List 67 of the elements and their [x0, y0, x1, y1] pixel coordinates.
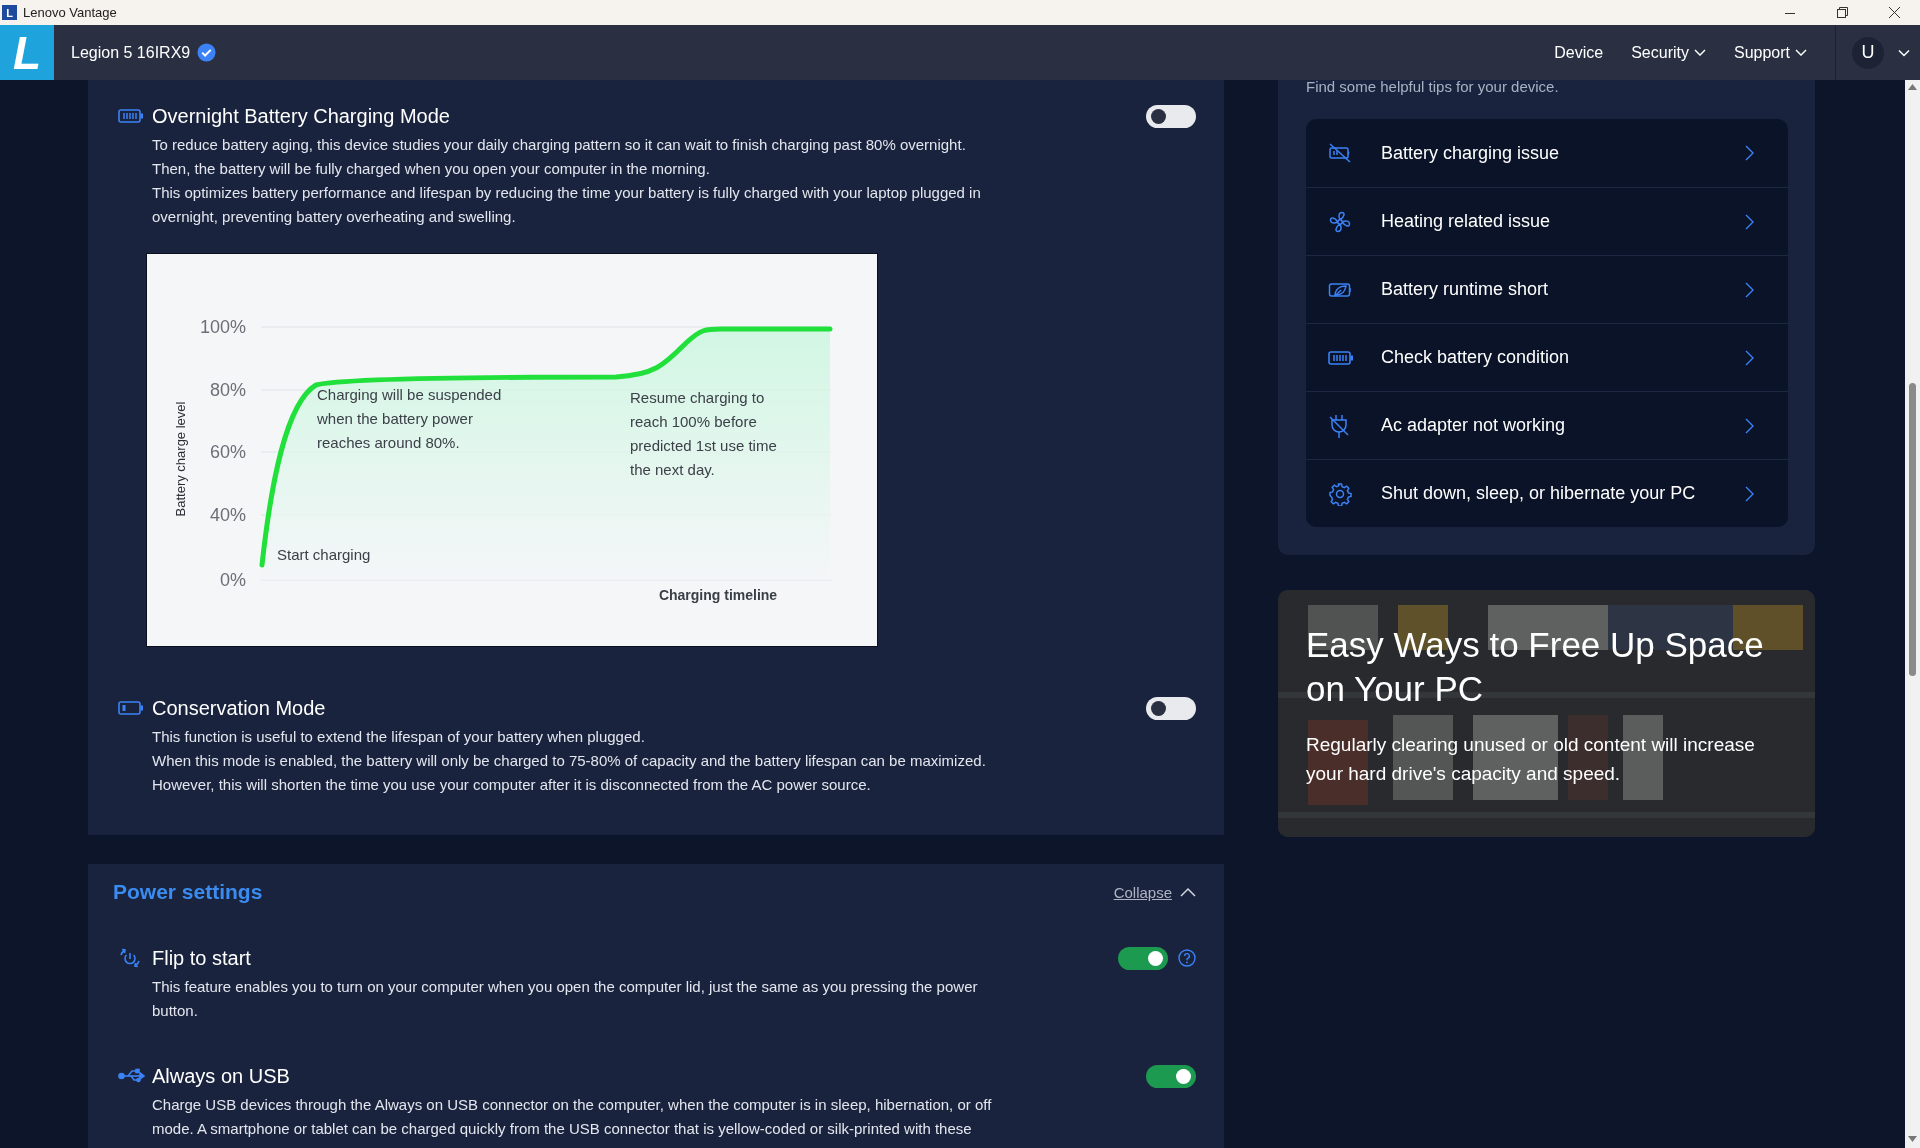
- chevron-down-icon[interactable]: [1898, 48, 1910, 57]
- window-title: Lenovo Vantage: [23, 5, 117, 20]
- chevron-right-icon: [1745, 281, 1754, 298]
- app-icon: L: [2, 5, 17, 20]
- axis-tick-label: 100%: [199, 317, 246, 337]
- collapse-link[interactable]: Collapse: [1113, 883, 1196, 901]
- crossed-battery-icon: [1328, 143, 1352, 163]
- chevron-right-icon: [1745, 349, 1754, 366]
- nav-link[interactable]: Device: [1554, 39, 1604, 66]
- app-logo: L: [0, 25, 54, 80]
- user-avatar[interactable]: U: [1852, 36, 1884, 69]
- chevron-right-icon: [1745, 145, 1754, 161]
- chevron-right-icon: [1745, 417, 1754, 434]
- toggle-switch[interactable]: [1146, 104, 1196, 128]
- chart-annotation: Resume charging to reach 100% before predicted 1st use time the next day.: [630, 388, 778, 480]
- toggle-switch[interactable]: [1118, 946, 1168, 970]
- axis-tick-label: 0%: [220, 570, 246, 590]
- toggle-switch[interactable]: [1146, 1064, 1196, 1088]
- nav-link[interactable]: Security: [1631, 39, 1706, 66]
- tip-item[interactable]: Battery charging issue: [1306, 119, 1788, 187]
- tip-item[interactable]: Ac adapter not working: [1306, 391, 1788, 459]
- usb-icon: [118, 1068, 146, 1084]
- setting-description: This function is useful to extend the lifespan of your battery when plugged.: [152, 727, 646, 747]
- device-name: Legion 5 16IRX9: [71, 43, 191, 62]
- crossed-plug-icon: [1328, 412, 1350, 439]
- nav-link[interactable]: Support: [1733, 39, 1807, 66]
- toggle-switch[interactable]: [1146, 696, 1196, 720]
- power-icon: [118, 946, 142, 970]
- setting-description: However, this will shorten the time you use your computer after it is disconnected from the AC power source.: [152, 775, 872, 795]
- setting-description: When this mode is enabled, the battery will only be charged to 75-80% of capacity and the battery lifespan can be maximized.: [152, 751, 987, 771]
- axis-label: Battery charge level: [172, 401, 188, 517]
- chevron-right-icon: [1745, 485, 1754, 502]
- tips-subtitle: Find some helpful tips for your device.: [1306, 80, 1560, 97]
- gear-icon: [1328, 481, 1352, 506]
- restore-icon[interactable]: [1836, 7, 1848, 18]
- setting-title: Flip to start: [152, 946, 252, 971]
- setting-title: Always on USB: [152, 1064, 291, 1089]
- battery-icon: [118, 701, 144, 715]
- setting-description: This optimizes battery performance and lifespan by reducing the time your battery is fully charged with your laptop plugged in overnight, preventing battery overheating and swelling.: [152, 183, 982, 227]
- tip-item[interactable]: Battery runtime short: [1306, 255, 1788, 323]
- promo-title: Easy Ways to Free Up Space on Your PC: [1306, 624, 1765, 710]
- setting-description: To reduce battery aging, this device studies your daily charging pattern so it can wait to finish charging past 80% overnight.: [152, 135, 967, 155]
- promo-text: Regularly clearing unused or old content will increase your hard drive's capacity and speed.: [1306, 733, 1756, 786]
- chevron-right-icon: [1745, 213, 1754, 230]
- tip-item[interactable]: Shut down, sleep, or hibernate your PC: [1306, 459, 1788, 527]
- axis-tick-label: 40%: [209, 505, 246, 525]
- tip-item[interactable]: Heating related issue: [1306, 187, 1788, 255]
- axis-tick-label: 60%: [209, 442, 246, 462]
- axis-tick-label: 80%: [209, 380, 246, 400]
- setting-title: Overnight Battery Charging Mode: [152, 104, 451, 129]
- section-title: Power settings: [113, 880, 263, 904]
- battery-icon: [1328, 350, 1354, 365]
- chart-annotation: Start charging: [277, 545, 372, 565]
- scrollbar-thumb[interactable]: [1909, 383, 1916, 676]
- scroll-down-icon[interactable]: [1908, 1136, 1917, 1142]
- setting-description: This feature enables you to turn on your computer when you open the computer lid, just the same as you pressing the power button.: [152, 977, 979, 1021]
- battery-icon: [118, 109, 144, 123]
- setting-title: Conservation Mode: [152, 696, 327, 721]
- axis-label: Charging timeline: [658, 587, 778, 603]
- setting-description: Charge USB devices through the Always on USB connector on the computer, when the computer is in sleep, hibernation, or off mode. A smartphone or tablet can be charged quickly from the USB connector that is yellow-coded or silk-printed with these: [152, 1095, 993, 1139]
- chart-annotation: Charging will be suspended when the battery power reaches around 80%.: [317, 385, 503, 453]
- help-icon[interactable]: [1178, 949, 1196, 967]
- close-icon[interactable]: [1888, 7, 1900, 18]
- fan-icon: [1328, 209, 1352, 234]
- tip-item[interactable]: Check battery condition: [1306, 323, 1788, 391]
- setting-description: Then, the battery will be fully charged when you open your computer in the morning.: [152, 159, 711, 179]
- scroll-up-icon[interactable]: [1908, 84, 1917, 90]
